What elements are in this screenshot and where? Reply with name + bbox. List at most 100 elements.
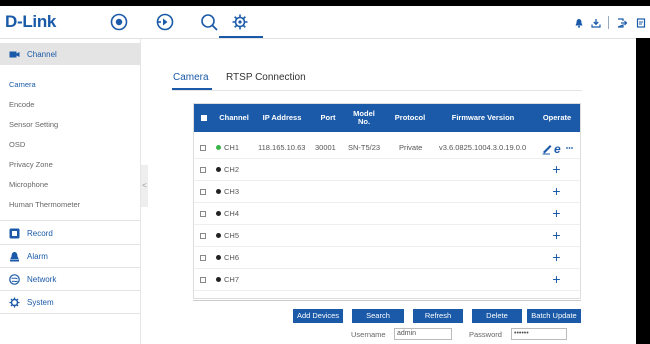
column-header-channel: Channel bbox=[219, 113, 249, 122]
column-header-model-no: Model No. bbox=[353, 109, 375, 126]
row-checkbox[interactable] bbox=[200, 167, 206, 173]
alarm-bell-icon[interactable] bbox=[574, 18, 584, 28]
brand-logo: D-Link bbox=[5, 12, 57, 31]
sidebar-item-camera[interactable]: Camera bbox=[9, 75, 135, 95]
logout-icon[interactable] bbox=[617, 18, 627, 28]
username-field[interactable]: admin bbox=[394, 328, 452, 340]
row-checkbox[interactable] bbox=[200, 255, 206, 261]
svg-text:e: e bbox=[554, 142, 561, 155]
row-checkbox[interactable] bbox=[200, 189, 206, 195]
password-field[interactable]: •••••• bbox=[511, 328, 567, 340]
tab-bar-rule bbox=[172, 90, 582, 91]
row-checkbox[interactable] bbox=[200, 145, 206, 151]
delete-button[interactable]: Delete bbox=[472, 309, 522, 323]
sidebar-section-label: System bbox=[27, 297, 54, 307]
row-checkbox[interactable] bbox=[200, 277, 206, 283]
batch-update-button[interactable]: Batch Update bbox=[527, 309, 581, 323]
table-row: CH4 + bbox=[194, 203, 580, 225]
add-camera-button[interactable]: + bbox=[550, 162, 563, 177]
sidebar-divider bbox=[0, 220, 141, 221]
password-label: Password bbox=[469, 330, 502, 339]
add-devices-button[interactable]: Add Devices bbox=[293, 309, 343, 323]
protocol-cell: Private bbox=[399, 143, 423, 152]
firmware-cell: v3.6.0825.1004.3.0.19.0.0 bbox=[439, 143, 527, 152]
channel-cell: CH6 bbox=[224, 253, 240, 262]
select-all-checkbox[interactable] bbox=[201, 115, 207, 121]
search-icon[interactable] bbox=[200, 13, 218, 31]
channel-cell: CH3 bbox=[224, 187, 240, 196]
ip-address-cell: 118.165.10.63 bbox=[258, 143, 306, 152]
add-camera-button[interactable]: + bbox=[550, 250, 563, 265]
table-row: CH1 118.165.10.63 30001 SN-T5/23 Private… bbox=[194, 137, 580, 159]
sidebar-section-record[interactable]: Record bbox=[0, 222, 141, 244]
sidebar-section-label: Channel bbox=[27, 49, 57, 59]
screen-edge bbox=[636, 38, 650, 344]
camera-table: Channel IP Address Port Model No. Protoc… bbox=[193, 103, 581, 299]
table-row: CH2 + bbox=[194, 159, 580, 181]
channel-cell: CH1 bbox=[224, 143, 240, 152]
sidebar-section-channel[interactable]: Channel bbox=[0, 43, 141, 65]
web-access-icon[interactable]: e bbox=[554, 142, 561, 155]
add-camera-button[interactable]: + bbox=[550, 272, 563, 287]
active-tab-indicator bbox=[172, 88, 212, 90]
network-icon bbox=[9, 273, 20, 285]
download-icon[interactable] bbox=[591, 18, 601, 28]
status-dot bbox=[216, 167, 221, 172]
add-camera-button[interactable]: + bbox=[550, 228, 563, 243]
top-header: D-Link bbox=[0, 6, 650, 38]
more-options-icon[interactable] bbox=[566, 147, 573, 149]
sidebar-section-network[interactable]: Network bbox=[0, 268, 141, 290]
search-button[interactable]: Search bbox=[352, 309, 404, 323]
settings-gear-icon[interactable] bbox=[231, 13, 249, 31]
sidebar-collapse-toggle[interactable]: < bbox=[141, 165, 148, 207]
column-header-port: Port bbox=[320, 113, 336, 122]
sidebar-section-label: Alarm bbox=[27, 251, 48, 261]
column-header-ip-address: IP Address bbox=[262, 113, 302, 122]
status-dot bbox=[216, 211, 221, 216]
tab-camera[interactable]: Camera bbox=[173, 72, 209, 83]
sidebar-divider bbox=[0, 313, 141, 314]
refresh-button[interactable]: Refresh bbox=[413, 309, 463, 323]
table-row: CH5 + bbox=[194, 225, 580, 247]
sidebar-item-microphone[interactable]: Microphone bbox=[9, 175, 135, 195]
record-icon bbox=[9, 228, 20, 238]
tab-rtsp-connection[interactable]: RTSP Connection bbox=[226, 72, 306, 83]
sidebar: Channel Camera Encode Sensor Setting OSD… bbox=[0, 39, 141, 344]
column-header-protocol: Protocol bbox=[394, 113, 426, 122]
table-row: CH7 + bbox=[194, 269, 580, 291]
channel-cell: CH2 bbox=[224, 165, 240, 174]
live-view-icon[interactable] bbox=[110, 13, 128, 31]
channel-cell: CH4 bbox=[224, 209, 240, 218]
sidebar-section-alarm[interactable]: Alarm bbox=[0, 245, 141, 267]
row-checkbox[interactable] bbox=[200, 233, 206, 239]
channel-cell: CH7 bbox=[224, 275, 240, 284]
sidebar-section-label: Network bbox=[27, 274, 57, 284]
sidebar-item-encode[interactable]: Encode bbox=[9, 95, 135, 115]
sidebar-item-sensor-setting[interactable]: Sensor Setting bbox=[9, 115, 135, 135]
status-dot bbox=[216, 233, 221, 238]
edit-icon[interactable] bbox=[542, 145, 552, 155]
sidebar-item-human-thermometer[interactable]: Human Thermometer bbox=[9, 195, 135, 215]
port-cell: 30001 bbox=[315, 143, 336, 152]
column-header-operate: Operate bbox=[542, 113, 572, 122]
system-icon bbox=[9, 297, 20, 307]
row-checkbox[interactable] bbox=[200, 211, 206, 217]
add-camera-button[interactable]: + bbox=[550, 206, 563, 221]
status-dot bbox=[216, 189, 221, 194]
sidebar-section-system[interactable]: System bbox=[0, 291, 141, 313]
camera-icon bbox=[9, 51, 20, 57]
alarm-icon bbox=[10, 251, 19, 261]
channel-cell: CH5 bbox=[224, 231, 240, 240]
sidebar-item-privacy-zone[interactable]: Privacy Zone bbox=[9, 155, 135, 175]
status-dot bbox=[216, 255, 221, 260]
username-label: Username bbox=[351, 330, 386, 339]
sidebar-item-osd[interactable]: OSD bbox=[9, 135, 135, 155]
header-divider bbox=[608, 16, 609, 29]
table-scroll-rule bbox=[193, 300, 581, 301]
sidebar-section-label: Record bbox=[27, 228, 53, 238]
table-row: CH3 + bbox=[194, 181, 580, 203]
account-icon[interactable] bbox=[636, 18, 646, 28]
add-camera-button[interactable]: + bbox=[550, 184, 563, 199]
table-row: CH6 + bbox=[194, 247, 580, 269]
playback-icon[interactable] bbox=[156, 13, 174, 31]
